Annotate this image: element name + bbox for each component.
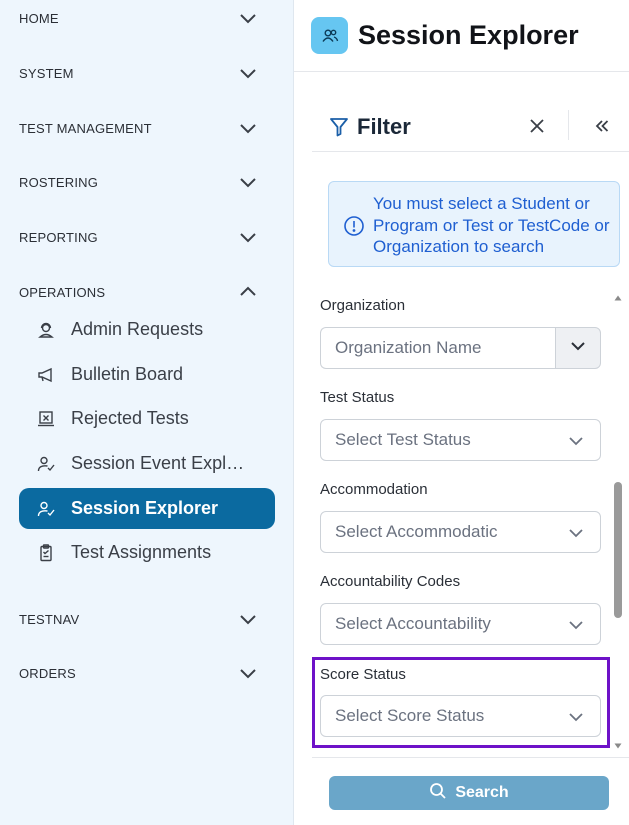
notice-text: You must select a Student or Program or … [373, 194, 610, 256]
accountability-placeholder: Select Accountability [335, 614, 491, 633]
rejected-tests-icon [36, 409, 56, 429]
chevron-down-icon [238, 227, 258, 247]
chevron-down-icon [566, 615, 586, 635]
nav-section-label: SYSTEM [19, 65, 74, 81]
nav-section-home[interactable]: HOME [0, 0, 294, 38]
chevron-down-icon [238, 8, 258, 28]
chevron-down-icon [566, 431, 586, 451]
chevrons-left-icon[interactable] [592, 116, 612, 136]
nav-section-operations[interactable]: OPERATIONS [0, 272, 294, 312]
filter-scrollbar[interactable] [613, 290, 623, 749]
accountability-codes-select[interactable]: Select Accountability [320, 603, 601, 645]
nav-section-test-management[interactable]: TEST MANAGEMENT [0, 108, 294, 148]
sidebar-item-session-event-explorer[interactable]: Session Event Expl… [19, 443, 275, 484]
nav-section-orders[interactable]: ORDERS [0, 653, 294, 693]
nav-section-label: REPORTING [19, 229, 98, 245]
sidebar-item-bulletin-board[interactable]: Bulletin Board [19, 354, 275, 395]
nav-section-testnav[interactable]: TESTNAV [0, 599, 294, 639]
test-status-select[interactable]: Select Test Status [320, 419, 601, 461]
test-status-label: Test Status [320, 389, 395, 406]
nav-section-reporting[interactable]: REPORTING [0, 217, 294, 257]
chevron-down-icon [568, 336, 588, 361]
info-icon [343, 215, 365, 237]
organization-name-input[interactable]: Organization Name [320, 327, 556, 369]
nav-section-label: HOME [19, 10, 59, 26]
organization-label: Organization [320, 297, 406, 314]
page-title: Session Explorer [358, 20, 579, 50]
chevron-down-icon [238, 172, 258, 192]
megaphone-icon [36, 365, 56, 385]
accommodation-label: Accommodation [320, 481, 428, 498]
nav-section-label: ROSTERING [19, 174, 99, 190]
divider [568, 110, 569, 140]
sidebar-item-label: Session Explorer [71, 498, 219, 518]
chevron-down-icon [238, 609, 258, 629]
user-check-icon [36, 499, 56, 519]
filter-icon [329, 116, 349, 138]
accommodation-placeholder: Select Accommodatic [335, 522, 498, 541]
nav-section-system[interactable]: SYSTEM [0, 53, 294, 93]
divider [312, 757, 629, 758]
sidebar-item-label: Admin Requests [71, 319, 204, 339]
sidebar-item-label: Test Assignments [71, 542, 212, 562]
accountability-codes-label: Accountability Codes [320, 573, 461, 590]
nav-section-label: ORDERS [19, 665, 76, 681]
nav-section-label: OPERATIONS [19, 284, 106, 300]
sidebar: HOME SYSTEM TEST MANAGEMENT ROSTERING RE… [0, 0, 294, 825]
accommodation-select[interactable]: Select Accommodatic [320, 511, 601, 553]
page-header: Session Explorer [294, 0, 629, 72]
chevron-up-icon [238, 282, 258, 302]
users-icon [311, 17, 348, 54]
search-icon [429, 782, 447, 805]
scroll-thumb[interactable] [614, 482, 622, 618]
scroll-up-arrow-icon[interactable] [613, 290, 623, 301]
chevron-down-icon [238, 118, 258, 138]
filter-title: Filter [357, 114, 411, 139]
nav-section-label: TEST MANAGEMENT [19, 120, 152, 136]
nav-section-label: TESTNAV [19, 611, 80, 627]
chevron-down-icon [238, 63, 258, 83]
chevron-down-icon [238, 663, 258, 683]
sidebar-item-label: Rejected Tests [71, 408, 189, 428]
sidebar-item-label: Bulletin Board [71, 364, 184, 384]
sidebar-item-admin-requests[interactable]: Admin Requests [19, 309, 275, 350]
scroll-down-arrow-icon[interactable] [613, 738, 623, 749]
nav-section-rostering[interactable]: ROSTERING [0, 162, 294, 202]
score-status-select[interactable]: Select Score Status [320, 695, 601, 737]
chevron-down-icon [566, 707, 586, 727]
sidebar-item-label: Session Event Expl… [71, 453, 245, 473]
organization-dropdown-button[interactable] [555, 327, 601, 369]
search-requirement-notice: You must select a Student or Program or … [328, 181, 620, 267]
search-button[interactable]: Search [329, 776, 609, 810]
score-status-placeholder: Select Score Status [335, 706, 485, 725]
close-icon[interactable] [527, 116, 547, 136]
organization-placeholder: Organization Name [335, 338, 482, 357]
filter-header: Filter [312, 104, 629, 152]
user-check-icon [36, 454, 56, 474]
test-status-placeholder: Select Test Status [335, 430, 471, 449]
sidebar-item-rejected-tests[interactable]: Rejected Tests [19, 398, 275, 439]
clipboard-icon [36, 543, 56, 563]
search-button-label: Search [455, 784, 509, 801]
user-headset-icon [36, 320, 56, 340]
sidebar-item-session-explorer[interactable]: Session Explorer [19, 488, 275, 529]
chevron-down-icon [566, 523, 586, 543]
score-status-label: Score Status [320, 666, 406, 683]
sidebar-item-test-assignments[interactable]: Test Assignments [19, 532, 275, 573]
